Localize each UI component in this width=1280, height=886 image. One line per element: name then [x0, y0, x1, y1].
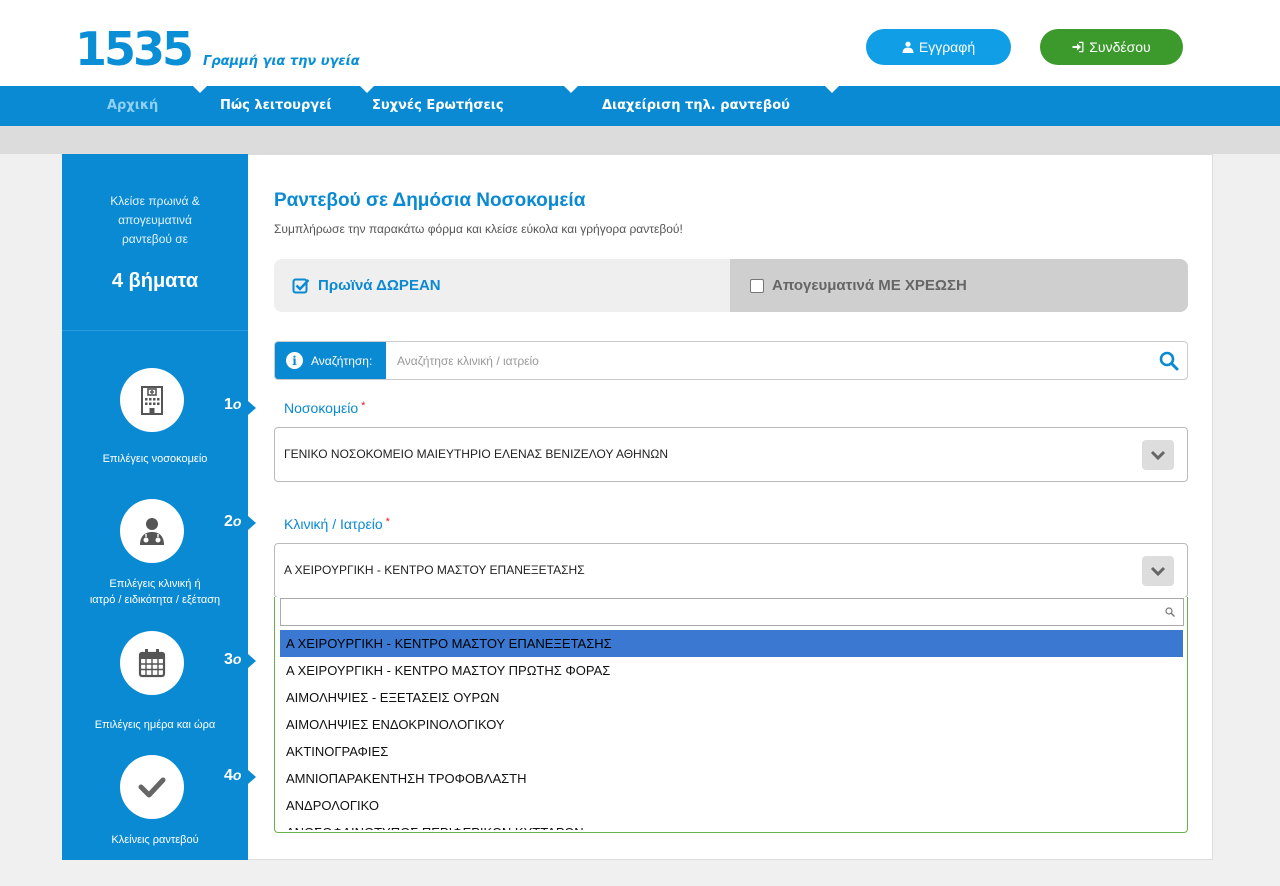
calendar-icon — [138, 649, 166, 678]
step-number: 2 — [224, 513, 233, 530]
header-band — [0, 126, 1280, 154]
step-2-label-line: ιατρό / ειδικότητα / εξέταση — [89, 594, 221, 606]
sidebar-intro: Κλείσε πρωινά & απογευματινά ραντεβού σε — [62, 192, 248, 249]
step-4-label: Κλείνεις ραντεβού — [111, 834, 199, 846]
nav-item-home[interactable]: Αρχική — [107, 98, 158, 113]
step-ordinal-suffix: ο — [232, 396, 242, 412]
logo-tagline: Γραμμή για την υγεία — [203, 54, 360, 69]
step-3-circle — [120, 631, 184, 695]
step-1-circle — [120, 368, 184, 432]
search-icon[interactable] — [1159, 351, 1179, 371]
steps-sidebar: Κλείσε πρωινά & απογευματινά ραντεβού σε… — [62, 154, 248, 860]
dropdown-option[interactable]: ΑΙΜΟΛΗΨΙΕΣ ΕΝΔΟΚΡΙΝΟΛΟΓΙΚΟΥ — [280, 711, 1183, 738]
step-2-label: Επιλέγεις κλινική ή ιατρό / ειδικότητα /… — [62, 576, 248, 608]
clinic-select[interactable]: Α ΧΕΙΡΟΥΡΓΙΚΗ - ΚΕΝΤΡΟ ΜΑΣΤΟΥ ΕΠΑΝΕΞΕΤΑΣ… — [274, 543, 1188, 598]
register-button[interactable]: Εγγραφή — [866, 29, 1011, 65]
hospital-icon — [141, 386, 163, 415]
step-1-label: Επιλέγεις νοσοκομείο — [102, 453, 208, 465]
login-button[interactable]: Συνδέσου — [1040, 29, 1183, 65]
required-mark: * — [361, 400, 366, 412]
register-button-label: Εγγραφή — [918, 39, 976, 55]
login-button-label: Συνδέσου — [1089, 39, 1151, 55]
step-3-pointer — [248, 654, 256, 668]
clinic-field-label: Κλινική / Ιατρείο * — [284, 516, 390, 532]
step-number: 3 — [224, 651, 233, 668]
sidebar-intro-line: Κλείσε πρωινά & — [110, 194, 200, 208]
checked-checkbox-icon — [292, 278, 310, 293]
step-2-number: 2ο — [224, 513, 241, 531]
hospital-select[interactable]: ΓΕΝΙΚΟ ΝΟΣΟΚΟΜΕΙΟ ΜΑΙΕΥΤΗΡΙΟ ΕΛΕΝΑΣ ΒΕΝΙ… — [274, 427, 1188, 482]
step-3-number: 3ο — [224, 651, 241, 669]
sidebar-intro-line: απογευματινά — [118, 213, 192, 227]
sidebar-title: 4 βήματα — [111, 270, 199, 292]
step-ordinal-suffix: ο — [232, 651, 242, 667]
page-title: Ραντεβού σε Δημόσια Νοσοκομεία — [274, 190, 586, 211]
user-icon — [902, 41, 914, 53]
evening-paid-option[interactable]: Απογευματινά ΜΕ ΧΡΕΩΣΗ — [730, 259, 1188, 312]
sidebar-divider — [62, 330, 248, 331]
unchecked-checkbox-icon — [750, 278, 764, 293]
nav-separator-notch — [360, 86, 374, 93]
step-1-pointer — [248, 401, 256, 415]
morning-free-option[interactable]: Πρωϊνά ΔΩΡΕΑΝ — [274, 259, 730, 312]
nav-item-manage-appointment[interactable]: Διαχείριση τηλ. ραντεβού — [602, 98, 790, 113]
session-toggle: Πρωϊνά ΔΩΡΕΑΝ Απογευματινά ΜΕ ΧΡΕΩΣΗ — [274, 259, 1188, 312]
nav-item-how-it-works[interactable]: Πώς λειτουργεί — [220, 98, 331, 113]
site-logo[interactable]: 1535 Γραμμή για την υγεία — [75, 22, 360, 76]
dropdown-option[interactable]: ΑΝΟΣΟΦΑΙΝΟΤΥΠΟΣ ΠΕΡΙΦΕΡΙΚΩΝ ΚΥΤΤΑΡΩΝ — [280, 819, 1183, 830]
clinic-select-toggle[interactable] — [1142, 556, 1174, 586]
hospital-select-toggle[interactable] — [1142, 440, 1174, 470]
check-icon — [138, 777, 166, 798]
hospital-select-value: ΓΕΝΙΚΟ ΝΟΣΟΚΟΜΕΙΟ ΜΑΙΕΥΤΗΡΙΟ ΕΛΕΝΑΣ ΒΕΝΙ… — [284, 447, 668, 461]
dropdown-option[interactable]: ΑΜΝΙΟΠΑΡΑΚΕΝΤΗΣΗ ΤΡΟΦΟΒΛΑΣΤΗ — [280, 765, 1183, 792]
dropdown-option[interactable]: ΑΝΔΡΟΛΟΓΙΚΟ — [280, 792, 1183, 819]
dropdown-option[interactable]: ΑΙΜΟΛΗΨΙΕΣ - ΕΞΕΤΑΣΕΙΣ ΟΥΡΩΝ — [280, 684, 1183, 711]
step-2-pointer — [248, 516, 256, 530]
evening-paid-label: Απογευματινά ΜΕ ΧΡΕΩΣΗ — [772, 277, 967, 294]
step-ordinal-suffix: ο — [232, 513, 242, 529]
dropdown-option[interactable]: ΑΚΤΙΝΟΓΡΑΦΙΕΣ — [280, 738, 1183, 765]
step-3-label: Επιλέγεις ημέρα και ώρα — [94, 719, 216, 731]
info-icon: i — [286, 352, 303, 369]
step-number: 1 — [224, 396, 233, 413]
nav-separator-notch — [193, 86, 207, 93]
clinic-search-bar: i Αναζήτηση: — [274, 341, 1188, 380]
step-ordinal-suffix: ο — [232, 767, 242, 783]
step-4-number: 4ο — [224, 767, 241, 785]
search-tag: i Αναζήτηση: — [275, 342, 386, 379]
dropdown-option[interactable]: Α ΧΕΙΡΟΥΡΓΙΚΗ - ΚΕΝΤΡΟ ΜΑΣΤΟΥ ΕΠΑΝΕΞΕΤΑΣ… — [280, 630, 1183, 657]
clinic-select-value: Α ΧΕΙΡΟΥΡΓΙΚΗ - ΚΕΝΤΡΟ ΜΑΣΤΟΥ ΕΠΑΝΕΞΕΤΑΣ… — [284, 563, 585, 577]
nav-separator-notch — [825, 86, 839, 93]
search-icon — [1165, 607, 1175, 617]
top-header: 1535 Γραμμή για την υγεία Εγγραφή Συνδέσ… — [0, 0, 1280, 86]
page-subtitle: Συμπλήρωσε την παρακάτω φόρμα και κλείσε… — [274, 222, 683, 236]
step-2-circle — [120, 499, 184, 563]
chevron-down-icon — [1150, 450, 1166, 461]
hospital-field-label: Νοσοκομείο * — [284, 400, 365, 416]
step-number: 4 — [224, 767, 233, 784]
chevron-down-icon — [1150, 566, 1166, 577]
clinic-dropdown: Α ΧΕΙΡΟΥΡΓΙΚΗ - ΚΕΝΤΡΟ ΜΑΣΤΟΥ ΕΠΑΝΕΞΕΤΑΣ… — [274, 597, 1188, 833]
main-navigation: Αρχική Πώς λειτουργεί Συχνές Ερωτήσεις Δ… — [0, 86, 1280, 126]
step-1-number: 1ο — [224, 396, 241, 414]
sidebar-intro-line: ραντεβού σε — [121, 232, 189, 246]
step-2-label-line: Επιλέγεις κλινική ή — [109, 578, 201, 590]
nav-item-faq[interactable]: Συχνές Ερωτήσεις — [372, 98, 504, 113]
dropdown-search-field[interactable] — [280, 598, 1184, 626]
dropdown-options-list: Α ΧΕΙΡΟΥΡΓΙΚΗ - ΚΕΝΤΡΟ ΜΑΣΤΟΥ ΕΠΑΝΕΞΕΤΑΣ… — [280, 630, 1183, 830]
hospital-label-text: Νοσοκομείο — [284, 400, 359, 416]
step-4-pointer — [248, 770, 256, 784]
morning-free-label: Πρωϊνά ΔΩΡΕΑΝ — [318, 277, 441, 294]
required-mark: * — [385, 516, 390, 528]
sign-in-icon — [1072, 41, 1084, 53]
nav-separator-notch — [564, 86, 578, 93]
dropdown-option[interactable]: Α ΧΕΙΡΟΥΡΓΙΚΗ - ΚΕΝΤΡΟ ΜΑΣΤΟΥ ΠΡΩΤΗΣ ΦΟΡ… — [280, 657, 1183, 684]
clinic-search-input[interactable] — [397, 351, 1137, 371]
clinic-label-text: Κλινική / Ιατρείο — [284, 516, 383, 532]
search-tag-label: Αναζήτηση: — [311, 353, 373, 368]
doctor-icon — [140, 518, 164, 545]
step-4-circle — [120, 755, 184, 819]
logo-number: 1535 — [75, 22, 194, 76]
